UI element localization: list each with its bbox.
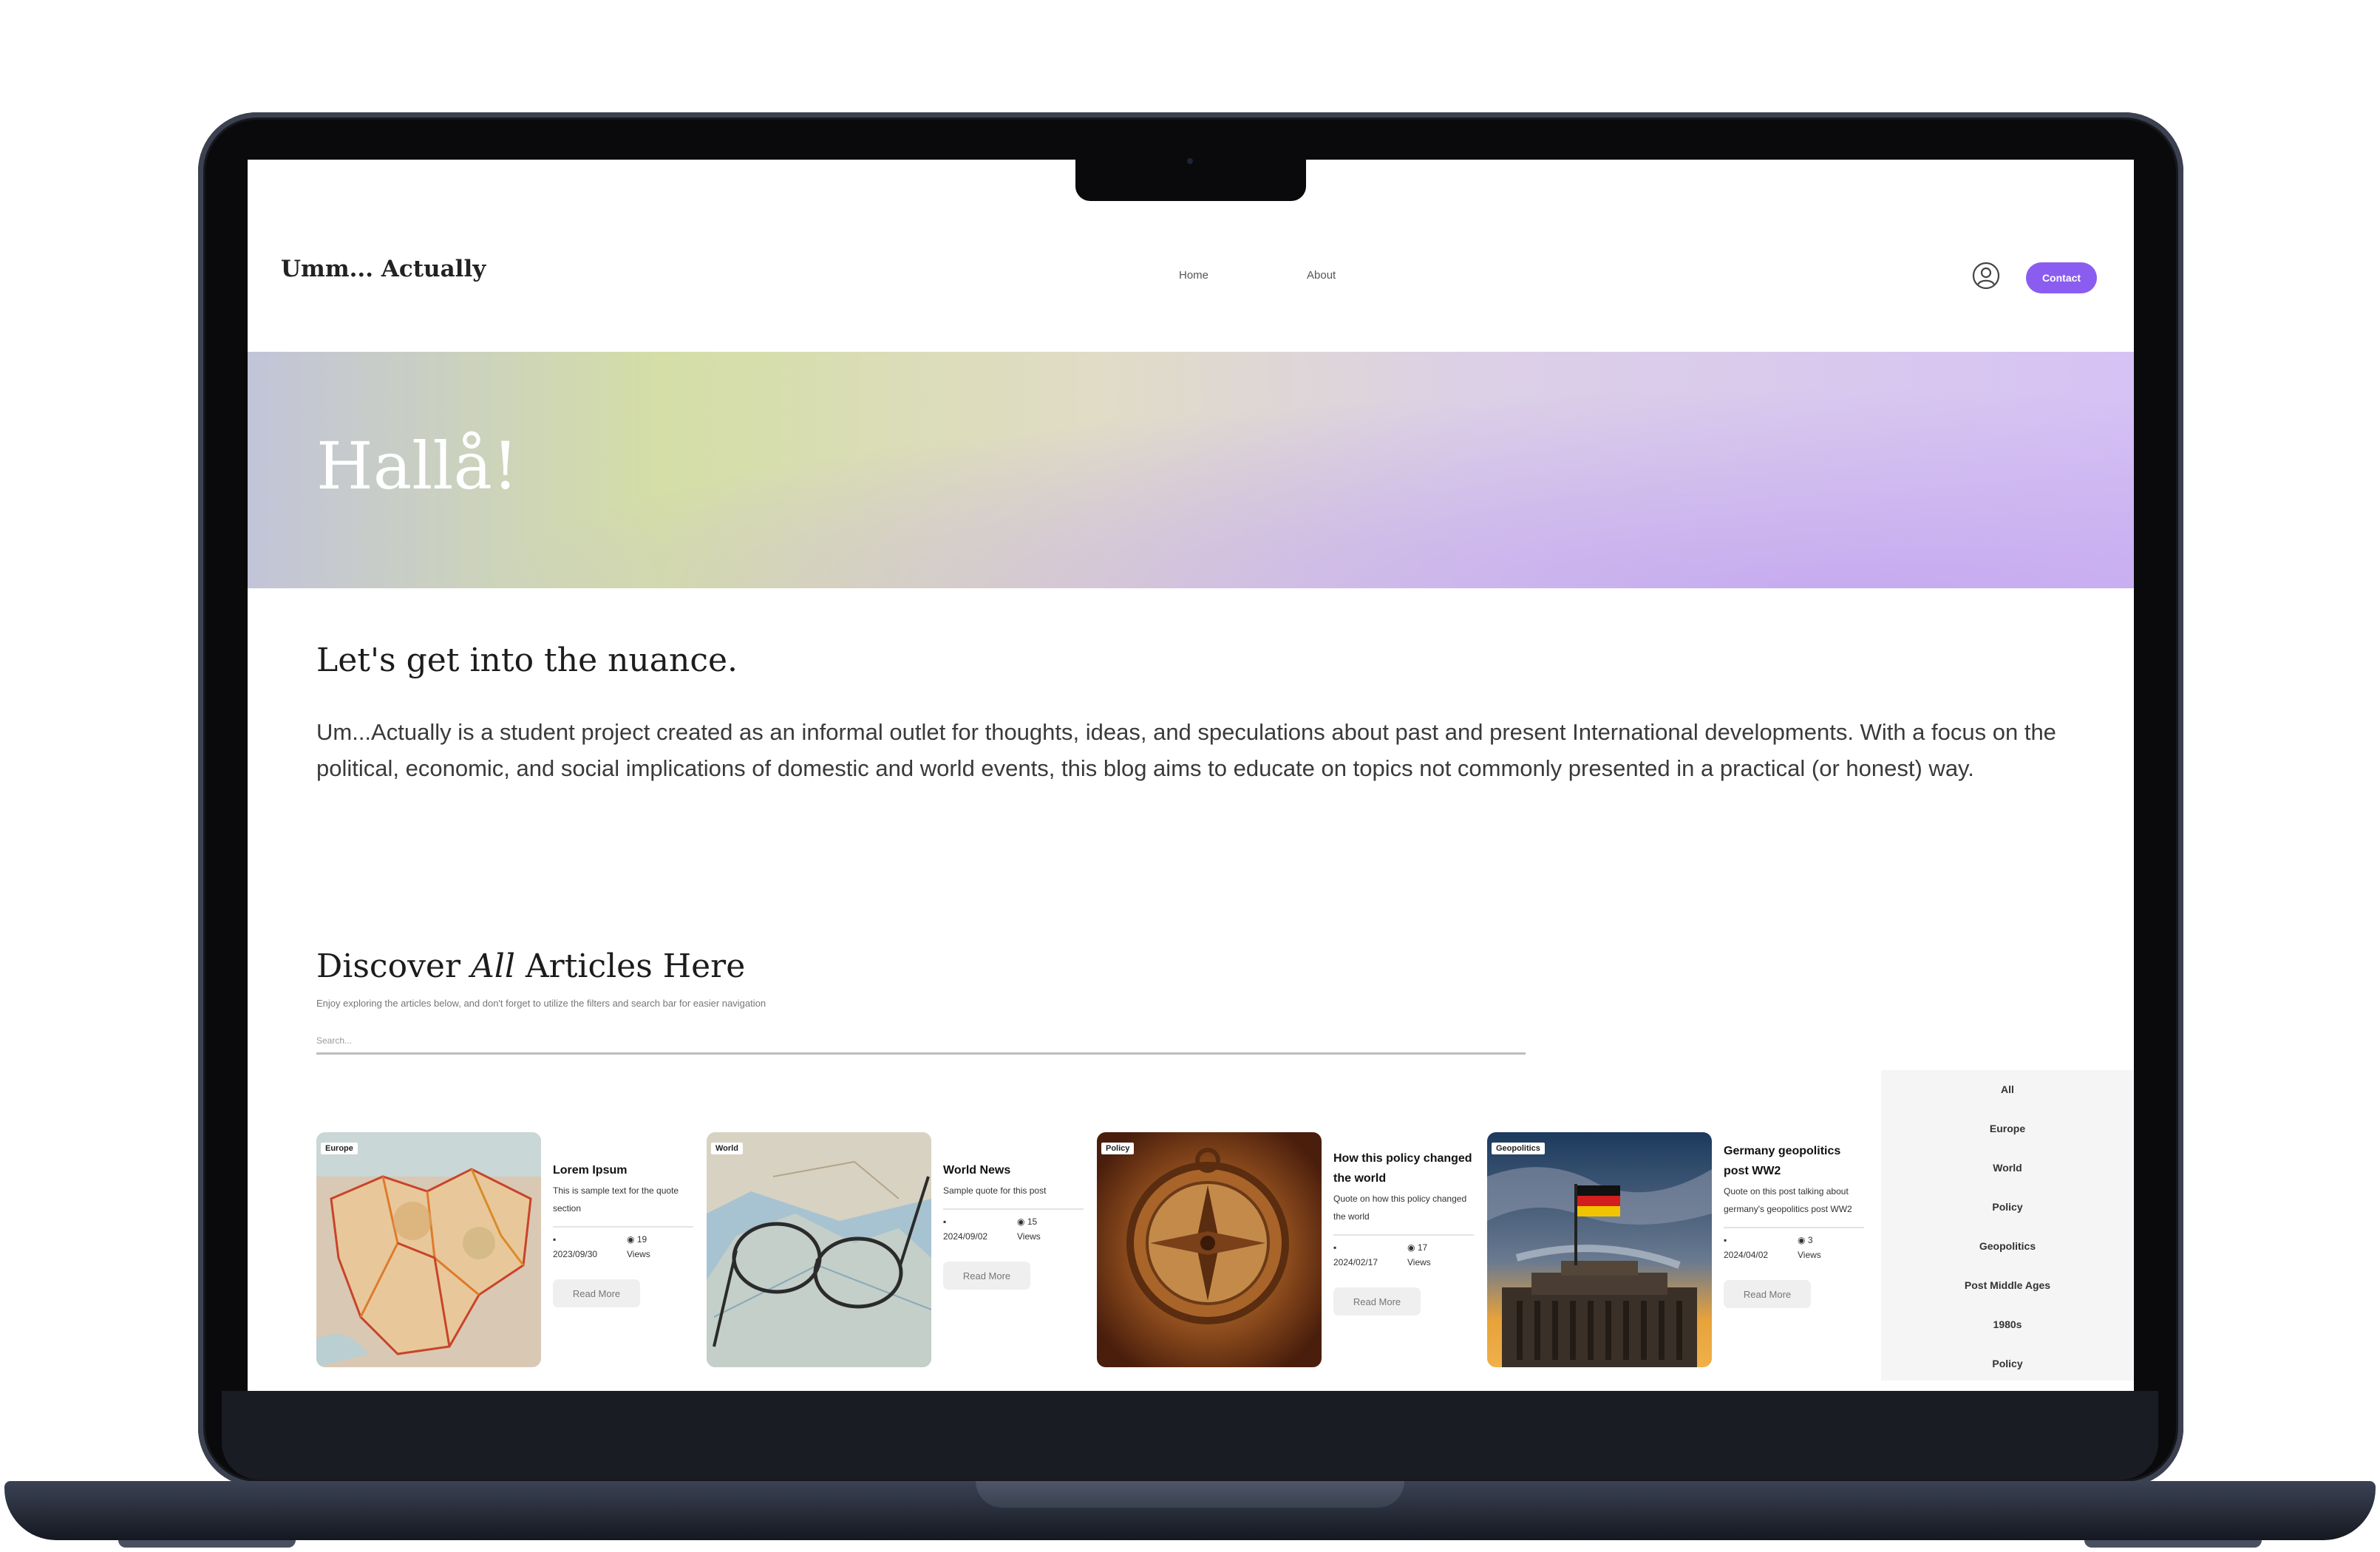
eye-icon: ◉ [1798,1235,1808,1245]
filter-europe[interactable]: Europe [1881,1123,2134,1134]
article-tag: World [711,1143,743,1154]
laptop-opening-notch [976,1481,1404,1508]
article-card[interactable]: Geopolitics Germany geopolitics post WW2… [1487,1132,1864,1376]
article-views: 19 [636,1234,647,1245]
article-title[interactable]: World News [943,1160,1084,1180]
calendar-icon: ▪ [1724,1235,1727,1245]
article-title[interactable]: Germany geopolitics post WW2 [1724,1141,1864,1181]
contact-button[interactable]: Contact [2026,262,2097,293]
article-thumbnail-europe-map[interactable]: Europe [316,1132,541,1367]
read-more-button[interactable]: Read More [1724,1280,1811,1308]
article-views-label: Views [1017,1231,1041,1242]
laptop-foot-left [118,1540,296,1548]
articles-heading-emphasis: All [470,947,515,985]
filter-1980s[interactable]: 1980s [1881,1318,2134,1330]
article-quote: Quote on this post talking about germany… [1724,1186,1852,1214]
compass-image [1097,1132,1322,1367]
browser-viewport: Umm... Actually Home About Contact Hallå… [248,160,2134,1391]
read-more-button[interactable]: Read More [943,1262,1030,1290]
world-map-glasses-image [707,1132,931,1367]
eye-icon: ◉ [627,1234,637,1245]
article-views-label: Views [1407,1257,1431,1267]
article-views: 3 [1807,1235,1813,1245]
articles-heading: Discover All Articles Here [316,947,745,985]
intro-heading: Let's get into the nuance. [316,641,738,679]
calendar-icon: ▪ [943,1216,947,1227]
filter-world[interactable]: World [1881,1162,2134,1174]
nav-home-link[interactable]: Home [1179,269,1208,282]
reichstag-flag-image [1487,1132,1712,1367]
laptop-foot-right [2084,1540,2262,1548]
calendar-icon: ▪ [553,1234,557,1245]
article-tag: Geopolitics [1492,1143,1545,1154]
article-date: 2023/09/30 [553,1249,598,1259]
article-quote: This is sample text for the quote sectio… [553,1185,679,1214]
intro-paragraph: Um...Actually is a student project creat… [316,719,2056,781]
article-quote: Sample quote for this post [943,1185,1047,1196]
filter-geopolitics[interactable]: Geopolitics [1881,1240,2134,1252]
articles-heading-suffix: Articles Here [514,947,746,985]
site-logo[interactable]: Umm... Actually [281,256,486,282]
article-views-label: Views [1798,1250,1821,1260]
article-card[interactable]: Europe Lorem Ipsum This is sample text f… [316,1132,693,1376]
article-tag: Policy [1101,1143,1135,1154]
articles-subtitle: Enjoy exploring the articles below, and … [316,998,766,1009]
hero-banner: Hallå! [248,352,2134,588]
nav-about-link[interactable]: About [1307,269,1336,282]
article-card[interactable]: Policy How this policy changed the world… [1097,1132,1474,1376]
calendar-icon: ▪ [1333,1242,1337,1253]
read-more-button[interactable]: Read More [553,1279,640,1307]
filter-post-middle-ages[interactable]: Post Middle Ages [1881,1279,2134,1291]
eye-icon: ◉ [1407,1242,1418,1253]
article-views-label: Views [627,1249,650,1259]
article-tag: Europe [321,1143,358,1154]
filter-all[interactable]: All [1881,1083,2134,1095]
article-thumbnail-world-map[interactable]: World [707,1132,931,1367]
article-title[interactable]: How this policy changed the world [1333,1148,1474,1188]
article-title[interactable]: Lorem Ipsum [553,1160,693,1180]
filter-policy[interactable]: Policy [1881,1201,2134,1213]
read-more-button[interactable]: Read More [1333,1287,1421,1316]
hero-title: Hallå! [316,428,519,504]
camera-notch [1075,160,1306,201]
search-input[interactable] [316,1029,1526,1055]
article-date: 2024/09/02 [943,1231,988,1242]
laptop-chin [222,1391,2158,1480]
filter-policy-2[interactable]: Policy [1881,1358,2134,1369]
eye-icon: ◉ [1017,1216,1027,1227]
article-thumbnail-compass[interactable]: Policy [1097,1132,1322,1367]
article-views: 15 [1027,1216,1038,1227]
article-views: 17 [1417,1242,1428,1253]
article-thumbnail-reichstag[interactable]: Geopolitics [1487,1132,1712,1367]
europe-map-image [316,1132,541,1367]
article-card[interactable]: World World News Sample quote for this p… [707,1132,1084,1376]
camera-icon [1187,158,1193,164]
article-date: 2024/04/02 [1724,1250,1769,1260]
article-quote: Quote on how this policy changed the wor… [1333,1194,1467,1222]
articles-heading-prefix: Discover [316,947,471,985]
user-profile-icon[interactable] [1972,262,2000,290]
category-filter-panel: All Europe World Policy Geopolitics Post… [1881,1070,2134,1381]
article-date: 2024/02/17 [1333,1257,1378,1267]
